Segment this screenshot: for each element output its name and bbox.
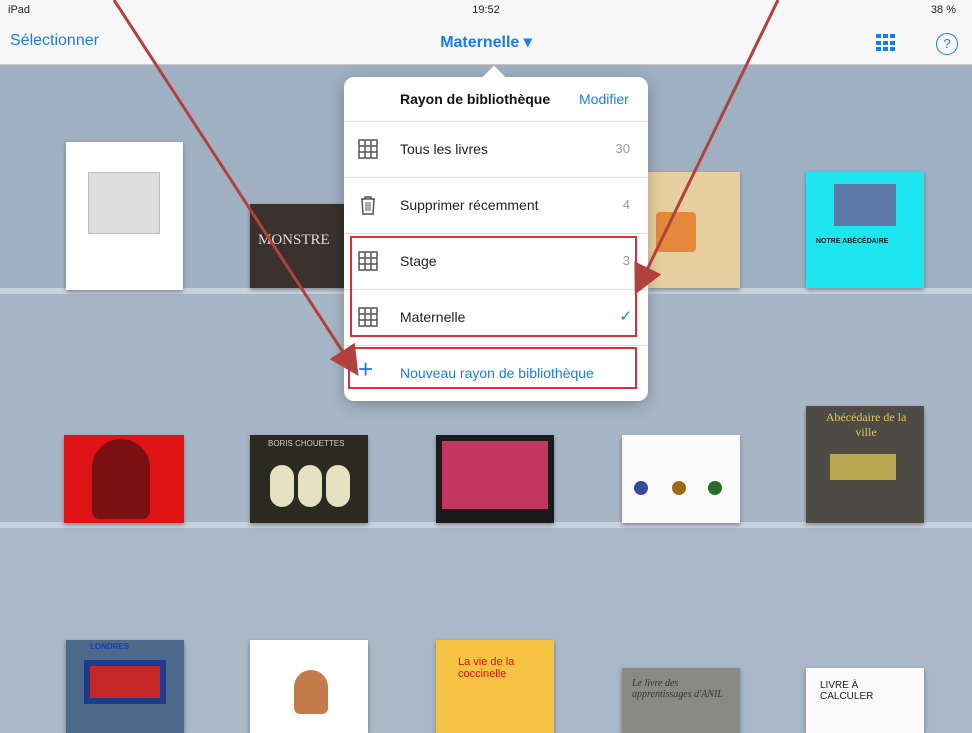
book-title: LONDRES	[90, 642, 130, 651]
highlight-box-new-shelf	[348, 347, 637, 389]
book-cover[interactable]: BORIS CHOUETTES	[250, 435, 368, 523]
popover-title: Rayon de bibliothèque	[400, 91, 551, 107]
shelf-count: 4	[622, 197, 630, 212]
book-image	[442, 441, 548, 509]
book-cover[interactable]: MONSTRE	[250, 204, 348, 288]
help-button[interactable]: ?	[936, 33, 958, 55]
book-title: LIVRE À CALCULER	[820, 680, 874, 702]
book-title: Le livre des apprentissages d'ANIL	[632, 678, 723, 700]
book-cover[interactable]	[622, 435, 740, 523]
book-image	[834, 184, 896, 226]
book-image	[830, 454, 896, 480]
book-cover[interactable]	[436, 435, 554, 523]
book-cover[interactable]: La vie de la coccinelle	[436, 640, 554, 733]
popover-header: Rayon de bibliothèque Modifier	[344, 77, 648, 121]
book-cover[interactable]	[66, 142, 183, 290]
avatar-image	[294, 670, 328, 714]
book-cover[interactable]: Le livre des apprentissages d'ANIL	[622, 668, 740, 733]
book-image	[88, 172, 160, 234]
grid-icon	[358, 139, 378, 159]
owl-image	[270, 465, 294, 507]
book-title: BORIS CHOUETTES	[268, 439, 345, 448]
flag-image	[84, 660, 166, 704]
shelf-label: Tous les livres	[400, 141, 488, 157]
book-title: La vie de la coccinelle	[458, 656, 515, 680]
shelf-row-recently-deleted[interactable]: Supprimer récemment 4	[344, 177, 648, 234]
book-image	[634, 481, 648, 495]
book-image	[672, 481, 686, 495]
shelf-row-all-books[interactable]: Tous les livres 30	[344, 121, 648, 178]
book-image	[656, 212, 696, 252]
book-cover[interactable]: Abécédaire de la ville	[806, 406, 924, 523]
shelf-title-dropdown[interactable]: Maternelle ▾	[440, 34, 532, 51]
book-cover[interactable]	[64, 435, 184, 523]
trash-icon	[361, 196, 375, 215]
shelf-count: 30	[615, 141, 630, 156]
status-bar: iPad 19:52 38 %	[0, 0, 972, 20]
shelf-label: Supprimer récemment	[400, 197, 539, 213]
book-title: Abécédaire de la ville	[825, 410, 907, 439]
book-image	[92, 439, 150, 519]
book-cover[interactable]	[648, 172, 740, 288]
book-cover[interactable]	[250, 640, 368, 733]
book-image	[708, 481, 722, 495]
book-cover[interactable]: LIVRE À CALCULER	[806, 668, 924, 733]
book-cover[interactable]: LONDRES	[66, 640, 184, 733]
battery-label: 38 %	[930, 4, 956, 16]
edit-button[interactable]: Modifier	[579, 91, 629, 107]
book-cover[interactable]: NOTRE ABÉCÉDAIRE	[806, 172, 924, 288]
book-title: MONSTRE	[258, 232, 330, 248]
owl-image	[298, 465, 322, 507]
nav-bar: Sélectionner Maternelle ▾ ?	[0, 20, 972, 65]
grid-icon[interactable]	[876, 34, 896, 52]
highlight-box-shelves	[350, 236, 637, 337]
clock: 19:52	[472, 4, 500, 16]
book-title: NOTRE ABÉCÉDAIRE	[816, 238, 889, 245]
owl-image	[326, 465, 350, 507]
